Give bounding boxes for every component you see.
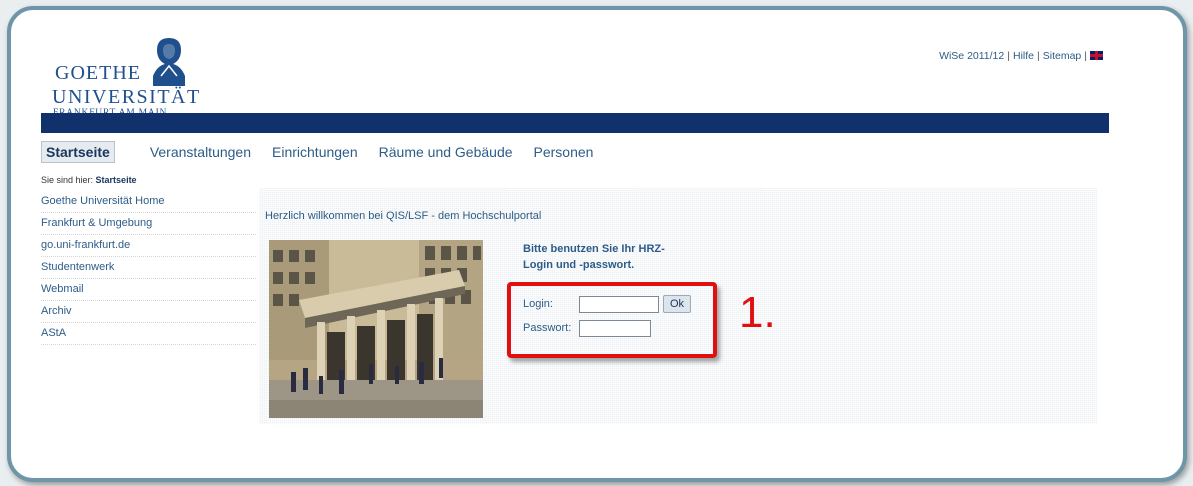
instruction-line-1: Bitte benutzen Sie Ihr HRZ- [523, 243, 665, 255]
tab-raeume-und-gebaeude[interactable]: Räume und Gebäude [379, 144, 513, 160]
semester-link[interactable]: WiSe 2011/12 [939, 50, 1004, 62]
breadcrumb: Sie sind hier: Startseite [41, 175, 137, 185]
login-instruction: Bitte benutzen Sie Ihr HRZ- Login und -p… [523, 241, 665, 273]
sidebar: Goethe Universität Home Frankfurt & Umge… [41, 191, 256, 345]
logo-line-goethe: GOETHE [55, 62, 141, 84]
help-link[interactable]: Hilfe [1013, 50, 1034, 62]
welcome-text: Herzlich willkommen bei QIS/LSF - dem Ho… [265, 210, 542, 222]
sidebar-item-webmail[interactable]: Webmail [41, 279, 256, 301]
top-links: WiSe 2011/12 | Hilfe | Sitemap | [939, 50, 1103, 62]
sidebar-item-goethe-home[interactable]: Goethe Universität Home [41, 191, 256, 213]
highlight-box [507, 282, 717, 358]
tab-veranstaltungen[interactable]: Veranstaltungen [150, 144, 251, 160]
tab-einrichtungen[interactable]: Einrichtungen [272, 144, 358, 160]
header-bar [41, 113, 1109, 133]
campus-building-photo [269, 240, 483, 418]
logo-line-universitaet: UNIVERSITÄT [52, 86, 201, 108]
tab-startseite[interactable]: Startseite [41, 141, 115, 163]
step-number: 1. [739, 288, 776, 337]
sidebar-item-go-uni[interactable]: go.uni-frankfurt.de [41, 235, 256, 257]
breadcrumb-current[interactable]: Startseite [96, 175, 137, 185]
english-flag-icon[interactable] [1090, 51, 1103, 60]
instruction-line-2: Login und -passwort. [523, 259, 635, 271]
goethe-portrait-icon [153, 38, 185, 86]
sidebar-item-asta[interactable]: AStA [41, 323, 256, 345]
sidebar-item-studentenwerk[interactable]: Studentenwerk [41, 257, 256, 279]
screenshot-frame: GOETHE UNIVERSITÄT FRANKFURT AM MAIN WiS… [7, 6, 1187, 482]
sitemap-link[interactable]: Sitemap [1043, 50, 1082, 62]
university-logo[interactable]: GOETHE UNIVERSITÄT FRANKFURT AM MAIN [45, 36, 199, 118]
sidebar-item-frankfurt[interactable]: Frankfurt & Umgebung [41, 213, 256, 235]
sidebar-item-archiv[interactable]: Archiv [41, 301, 256, 323]
breadcrumb-prefix: Sie sind hier: [41, 175, 94, 185]
main-content: Herzlich willkommen bei QIS/LSF - dem Ho… [259, 188, 1097, 424]
main-navigation: Startseite Veranstaltungen Einrichtungen… [41, 141, 614, 163]
tab-personen[interactable]: Personen [534, 144, 594, 160]
